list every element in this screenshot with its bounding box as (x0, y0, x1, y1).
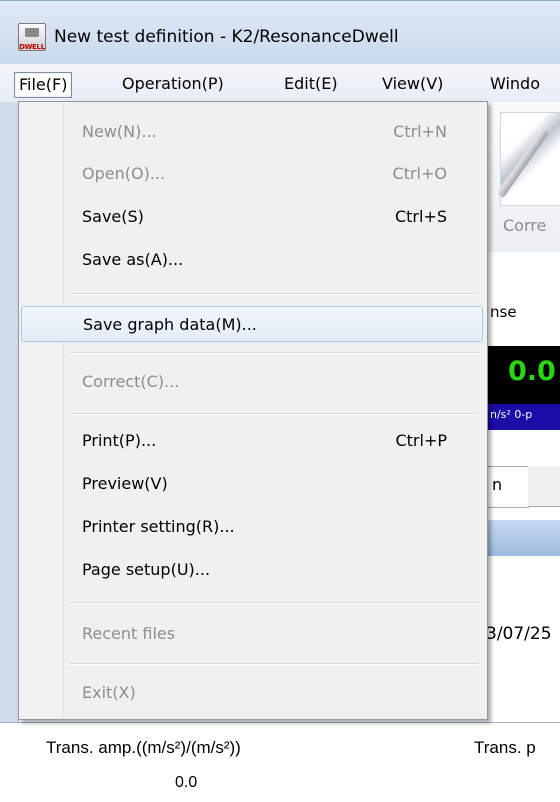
menu-item-shortcut: Ctrl+S (394, 207, 447, 226)
menu-item-label: Exit(X) (82, 683, 136, 702)
file-menu-dropdown: New(N)... Ctrl+N Open(O)... Ctrl+O Save(… (18, 101, 488, 720)
menu-item-page-setup[interactable]: Page setup(U)... (19, 554, 487, 586)
menu-bar: File(F) Operation(P) Edit(E) View(V) Win… (0, 64, 560, 103)
menu-item-label: Recent files (82, 624, 176, 643)
graph-header (488, 520, 560, 556)
menu-item-label: Preview(V) (82, 474, 168, 493)
app-icon-text: DWELL (19, 43, 45, 51)
unit-text: n/s² 0-p (490, 408, 533, 421)
menu-file[interactable]: File(F) (14, 72, 73, 98)
menu-item-save[interactable]: Save(S) Ctrl+S (19, 201, 487, 233)
menu-item-label: Print(P)... (82, 431, 157, 450)
menu-item-label: Save graph data(M)... (83, 315, 257, 334)
menu-item-label: Save(S) (82, 207, 144, 226)
correct-tool-label: Corre (503, 216, 547, 235)
menu-item-exit[interactable]: Exit(X) (19, 677, 487, 709)
app-icon-graphic (25, 28, 39, 37)
menu-item-preview[interactable]: Preview(V) (19, 468, 487, 500)
menu-separator (69, 293, 479, 295)
trans-phase-label: Trans. p (474, 738, 536, 757)
correct-tool-icon[interactable] (496, 112, 560, 206)
menu-item-recent-files[interactable]: Recent files (19, 618, 487, 650)
trans-amp-value: 0.0 (175, 774, 198, 791)
menu-item-print[interactable]: Print(P)... Ctrl+P (19, 425, 487, 457)
menu-view[interactable]: View(V) (378, 72, 447, 96)
menu-edit[interactable]: Edit(E) (280, 72, 342, 96)
response-label: nse (490, 303, 517, 321)
menu-item-save-as[interactable]: Save as(A)... (19, 244, 487, 276)
response-display: 0.0 (488, 346, 560, 404)
tab-strip (528, 466, 560, 507)
menu-operation[interactable]: Operation(P) (118, 72, 228, 96)
menu-item-correct[interactable]: Correct(C)... (19, 366, 487, 398)
menu-item-shortcut: Ctrl+O (392, 164, 447, 183)
menu-item-open[interactable]: Open(O)... Ctrl+O (19, 158, 487, 190)
menu-item-printer-setting[interactable]: Printer setting(R)... (19, 511, 487, 543)
date-text: 3/07/25 (486, 624, 552, 644)
menu-item-shortcut: Ctrl+N (393, 122, 447, 141)
response-value: 0.0 (508, 356, 556, 387)
menu-item-label: Correct(C)... (82, 372, 180, 391)
pen-icon (496, 127, 550, 199)
menu-item-label: Open(O)... (82, 164, 166, 183)
results-panel (0, 722, 560, 802)
menu-separator (69, 413, 479, 415)
menu-item-label: Save as(A)... (82, 250, 184, 269)
menu-item-save-graph-data[interactable]: Save graph data(M)... (21, 306, 483, 342)
app-icon[interactable]: DWELL (18, 23, 46, 51)
menu-separator (69, 602, 479, 604)
menu-window[interactable]: Windo (486, 72, 544, 96)
menu-separator (69, 352, 479, 354)
window-title: New test definition - K2/ResonanceDwell (54, 27, 399, 47)
menu-item-label: Printer setting(R)... (82, 517, 235, 536)
title-bar: DWELL New test definition - K2/Resonance… (0, 0, 560, 65)
trans-amp-label: Trans. amp.((m/s²)/(m/s²)) (46, 738, 241, 757)
menu-item-label: New(N)... (82, 122, 157, 141)
menu-separator (69, 663, 479, 665)
view-tab-label: n (492, 475, 503, 494)
view-tab[interactable]: n (488, 466, 529, 508)
menu-item-new[interactable]: New(N)... Ctrl+N (19, 116, 487, 148)
menu-item-label: Page setup(U)... (82, 560, 211, 579)
window-left-frame (0, 102, 19, 722)
unit-bar: n/s² 0-p (488, 404, 560, 430)
menu-item-shortcut: Ctrl+P (395, 431, 447, 450)
